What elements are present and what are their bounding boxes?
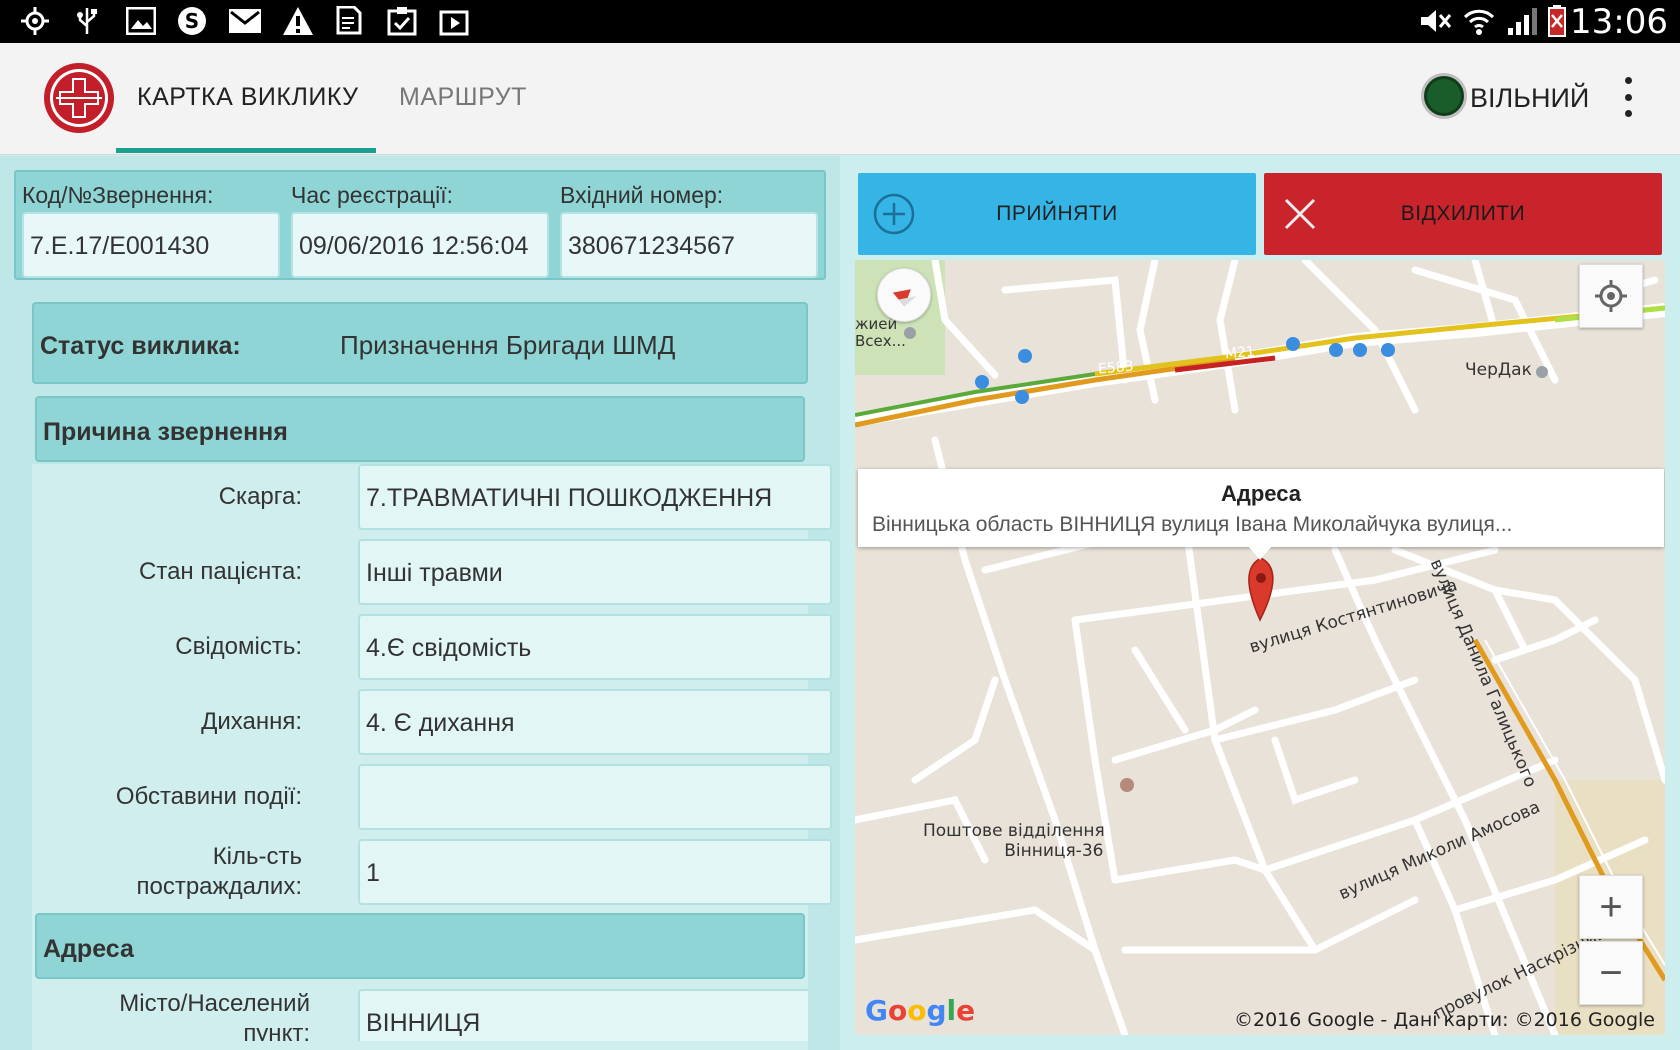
address-section-title: Адреса <box>43 935 134 963</box>
incoming-number-field[interactable]: 380671234567 <box>560 212 818 278</box>
patient-state-field[interactable]: Інші травми <box>358 539 832 605</box>
map-view[interactable]: жией Всех... E583 M21 ЧерДак вулиця Кост… <box>855 260 1665 1035</box>
circumstances-field[interactable] <box>358 764 832 830</box>
usb-icon <box>70 6 104 36</box>
gallery-icon <box>124 6 158 36</box>
gps-icon <box>18 6 52 36</box>
info-window-address: Вінницька область ВІННИЦЯ вулиця Івана М… <box>872 513 1513 536</box>
accept-label: ПРИЙНЯТИ <box>996 202 1118 225</box>
city-label: Місто/Населений пункт: <box>119 990 310 1041</box>
consciousness-label: Свідомість: <box>175 633 302 660</box>
wifi-icon <box>1462 6 1496 36</box>
ambulance-logo-icon <box>42 61 116 135</box>
location-pin-icon[interactable] <box>1248 557 1274 622</box>
call-status-panel: Статус виклика: Призначення Бригади ШМД <box>32 302 808 384</box>
mute-icon <box>1418 6 1452 36</box>
incoming-number-label: Вхідний номер: <box>560 182 724 208</box>
map-copyright: ©2016 Google - Дані карти: ©2016 Google <box>1234 1009 1655 1031</box>
call-status-value: Призначення Бригади ШМД <box>340 330 676 360</box>
patient-state-label: Стан пацієнта: <box>139 558 302 585</box>
accept-button[interactable]: ПРИЙНЯТИ <box>858 173 1256 255</box>
registration-time-label: Час реєстрації: <box>291 182 454 208</box>
call-card-form: Код/№Звернення: 7.Е.17/Е001430 Час реєст… <box>0 156 840 1050</box>
info-window-pointer <box>1248 546 1272 560</box>
map-label-post-office: Поштове відділення Вінниця-36 <box>923 821 1105 861</box>
compass-icon <box>892 289 917 307</box>
consciousness-field[interactable]: 4.Є свідомість <box>358 614 832 680</box>
my-location-icon <box>1595 280 1627 312</box>
google-logo: Google <box>865 994 976 1027</box>
tab-route[interactable]: МАРШРУТ <box>399 83 527 112</box>
reject-button[interactable]: ВІДХИЛИТИ <box>1264 173 1662 255</box>
svg-text:S: S <box>185 9 199 33</box>
map-label-cherdak: ЧерДак <box>1465 360 1532 380</box>
zoom-in-button[interactable]: + <box>1579 875 1643 939</box>
clock: 13:06 <box>1570 2 1668 42</box>
map-label-road-m21: M21 <box>1224 343 1256 363</box>
address-section-header: Адреса <box>35 913 805 979</box>
warning-icon <box>281 6 315 36</box>
info-window-title: Адреса <box>1221 481 1301 506</box>
reason-section-title: Причина звернення <box>43 418 288 446</box>
address-info-window[interactable]: Адреса Вінницька область ВІННИЦЯ вулиця … <box>858 469 1664 547</box>
map-label-church-2: Всех... <box>855 332 906 350</box>
media-icon <box>437 6 471 36</box>
circumstances-label: Обставини події: <box>115 783 302 810</box>
active-tab-indicator <box>116 148 376 153</box>
breathing-label: Дихання: <box>201 708 302 735</box>
signal-icon <box>1506 6 1540 36</box>
reject-label: ВІДХИЛИТИ <box>1400 202 1526 225</box>
registration-time-field[interactable]: 09/06/2016 12:56:04 <box>291 212 549 278</box>
mail-icon <box>228 6 262 36</box>
skype-icon: S <box>175 6 209 36</box>
tab-call-card[interactable]: КАРТКА ВИКЛИКУ <box>137 83 359 112</box>
availability-indicator[interactable] <box>1421 73 1467 119</box>
zoom-out-button[interactable]: − <box>1579 941 1643 1005</box>
code-field[interactable]: 7.Е.17/Е001430 <box>22 212 280 278</box>
plus-circle-icon <box>873 193 915 235</box>
victims-count-label: Кіль-сть постраждалих: <box>136 843 302 900</box>
system-status-bar: S 13:06 <box>0 0 1680 43</box>
app-bar: КАРТКА ВИКЛИКУ МАРШРУТ ВІЛЬНИЙ <box>0 43 1680 155</box>
address-fields: Місто/Населений пункт: ВІННИЦЯ <box>32 981 808 1041</box>
clipboard-icon <box>385 6 419 36</box>
battery-icon <box>1540 5 1574 37</box>
reason-section-header: Причина звернення <box>35 396 805 462</box>
availability-status[interactable]: ВІЛЬНИЙ <box>1470 83 1589 114</box>
close-icon <box>1284 198 1316 230</box>
victims-count-field[interactable]: 1 <box>358 839 832 905</box>
call-status-label: Статус виклика: <box>40 332 241 360</box>
document-icon <box>333 6 367 36</box>
complaint-label: Скарга: <box>218 483 302 510</box>
my-location-button[interactable] <box>1579 264 1643 328</box>
complaint-field[interactable]: 7.ТРАВМАТИЧНІ ПОШКОДЖЕННЯ <box>358 464 832 530</box>
map-label-road-e583: E583 <box>1097 358 1135 378</box>
city-field[interactable]: ВІННИЦЯ <box>358 989 808 1041</box>
code-label: Код/№Звернення: <box>22 182 214 208</box>
compass-button[interactable] <box>877 268 931 322</box>
breathing-field[interactable]: 4. Є дихання <box>358 689 832 755</box>
overflow-menu-icon[interactable] <box>1618 77 1638 117</box>
call-header: Код/№Звернення: 7.Е.17/Е001430 Час реєст… <box>14 170 826 280</box>
